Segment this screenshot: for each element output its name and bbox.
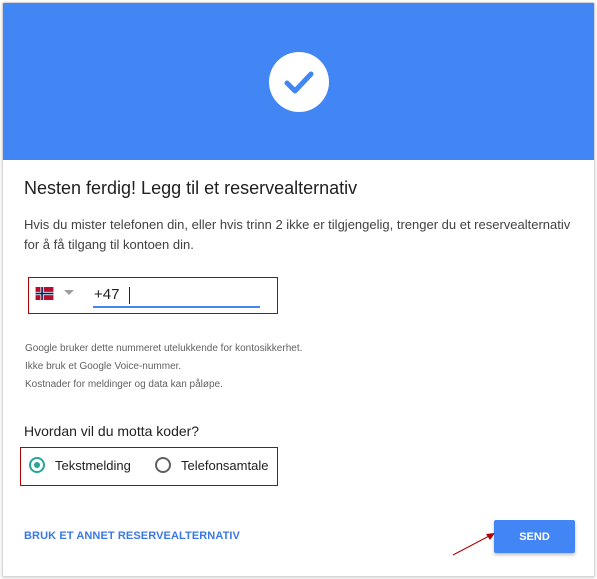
radio-option-text[interactable]: Tekstmelding [29,457,139,477]
radio-dot [34,462,40,468]
phone-input-group [28,277,278,314]
norway-flag-icon[interactable] [35,287,54,300]
code-method-options: Tekstmelding Telefonsamtale [20,447,278,486]
note-charges: Kostnader for meldinger og data kan pålø… [25,379,223,390]
code-method-question: Hvordan vil du motta koder? [24,423,200,439]
radio-label-call: Telefonsamtale [181,458,269,473]
radio-option-call[interactable]: Telefonsamtale [155,457,275,477]
radio-button-checked[interactable] [29,457,45,473]
note-security: Google bruker dette nummeret utelukkende… [25,343,303,354]
description-text: Hvis du mister telefonen din, eller hvis… [24,217,571,252]
header-banner [3,3,594,160]
note-voice: Ikke bruk et Google Voice-nummer. [25,361,182,372]
use-other-backup-link[interactable]: BRUK ET ANNET RESERVEALTERNATIV [24,530,240,542]
setup-card: Nesten ferdig! Legg til et reservealtern… [2,2,595,577]
phone-notes: Google bruker dette nummeret utelukkende… [25,340,302,394]
checkmark-icon [269,52,329,112]
text-cursor [129,287,130,304]
dropdown-arrow-icon[interactable] [64,290,74,295]
page-title: Nesten ferdig! Legg til et reservealtern… [24,178,358,198]
send-button[interactable]: SEND [494,520,575,553]
radio-label-text: Tekstmelding [55,458,131,473]
radio-button-unchecked[interactable] [155,457,171,473]
phone-number-input[interactable] [93,284,260,308]
annotation-arrow-icon [452,533,495,556]
